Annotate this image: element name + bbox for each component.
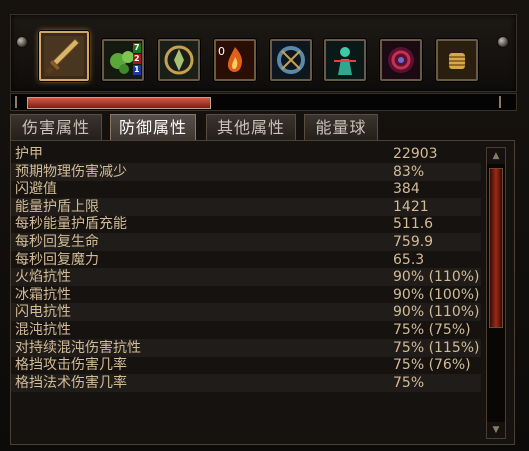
stat-value: 83% [393, 163, 425, 180]
stat-name: 火焰抗性 [15, 269, 71, 286]
scroll-down-icon[interactable]: ▼ [487, 422, 505, 438]
stat-value: 759.9 [393, 234, 434, 250]
frame-gem-left [17, 37, 27, 47]
stat-name: 混沌抗性 [15, 322, 71, 338]
skill-badge-2: 2 [133, 54, 141, 64]
fire-skill-icon[interactable]: 0 [214, 39, 256, 81]
stat-name: 格挡攻击伤害几率 [15, 357, 127, 374]
stat-value: 75% (76%) [393, 357, 471, 374]
experience-bar-tick-right [499, 96, 501, 108]
stat-row: 格挡攻击伤害几率 75% (76%) [11, 356, 481, 374]
green-orbs-skill-icon[interactable]: 7 2 1 [102, 39, 144, 81]
red-vortex-skill-icon[interactable] [380, 39, 422, 81]
stat-row: 每秒回复生命 759.9 [11, 233, 481, 251]
stat-row: 护甲 22903 [11, 145, 481, 163]
experience-bar-tick-left [15, 96, 17, 108]
stat-row: 每秒能量护盾充能 511.6 [11, 215, 481, 233]
frame-gem-right [498, 37, 508, 47]
skill-bar: 7 2 1 0 [10, 14, 517, 92]
stat-value: 90% (110%) [393, 304, 480, 321]
stat-value: 90% (110%) [393, 269, 480, 286]
stat-row: 对持续混沌伤害抗性 75% (115%) [11, 338, 481, 357]
stat-row: 闪电抗性 90% (110%) [11, 303, 481, 322]
teal-figure-skill-icon[interactable] [324, 39, 366, 81]
stat-name: 预期物理伤害减少 [15, 163, 127, 180]
character-stats-window: 7 2 1 0 伤害属性 防御属性 其他属性 能量球 护甲 22903 预期物理… [0, 0, 529, 451]
skill-overlay-count: 0 [218, 45, 225, 58]
stat-value: 65.3 [393, 251, 425, 268]
tab-other[interactable]: 其他属性 [206, 114, 296, 140]
stat-name: 每秒回复生命 [15, 234, 99, 250]
sword-skill-icon[interactable] [39, 31, 89, 81]
tab-defense[interactable]: 防御属性 [110, 114, 196, 140]
tab-damage[interactable]: 伤害属性 [10, 114, 102, 140]
tab-energy-orb[interactable]: 能量球 [304, 114, 378, 140]
stat-name: 每秒能量护盾充能 [15, 216, 127, 233]
stat-value: 90% (100%) [393, 286, 480, 303]
stat-row: 格挡法术伤害几率 75% [11, 373, 481, 392]
golden-emblem-skill-icon[interactable] [158, 39, 200, 81]
experience-bar-fill [27, 97, 211, 109]
skill-badge-3: 1 [133, 65, 141, 75]
stat-row: 冰霜抗性 90% (100%) [11, 286, 481, 304]
stat-name: 对持续混沌伤害抗性 [15, 339, 141, 356]
stat-name: 每秒回复魔力 [15, 251, 99, 268]
stat-name: 闪电抗性 [15, 304, 71, 321]
stat-row: 能量护盾上限 1421 [11, 197, 481, 216]
stat-row: 闪避值 384 [11, 180, 481, 198]
stat-value: 75% (115%) [393, 339, 480, 356]
stat-value: 511.6 [393, 216, 434, 233]
stats-scrollbar[interactable]: ▲ ▼ [486, 147, 506, 439]
stat-value: 75% [393, 374, 425, 391]
golden-fist-skill-icon[interactable] [436, 39, 478, 81]
stat-name: 冰霜抗性 [15, 286, 71, 303]
defense-stats-panel: 护甲 22903 预期物理伤害减少 83% 闪避值 384 能量护盾上限 1421 每秒能量护盾… [10, 140, 515, 445]
stat-row: 预期物理伤害减少 83% [11, 162, 481, 181]
stat-value: 75% (75%) [393, 322, 471, 338]
stat-name: 闪避值 [15, 181, 57, 198]
stat-value: 22903 [393, 146, 438, 162]
scroll-up-icon[interactable]: ▲ [487, 148, 505, 164]
stat-name: 能量护盾上限 [15, 198, 99, 215]
skill-badge-1: 7 [133, 43, 141, 53]
scrollbar-thumb[interactable] [489, 168, 503, 328]
stat-row: 每秒回复魔力 65.3 [11, 251, 481, 269]
stat-name: 格挡法术伤害几率 [15, 374, 127, 391]
stat-row: 火焰抗性 90% (110%) [11, 268, 481, 287]
blue-ring-skill-icon[interactable] [270, 39, 312, 81]
stat-value: 1421 [393, 198, 429, 215]
stat-row: 混沌抗性 75% (75%) [11, 321, 481, 339]
experience-bar [10, 93, 517, 111]
stat-value: 384 [393, 181, 420, 198]
stat-name: 护甲 [15, 146, 43, 162]
